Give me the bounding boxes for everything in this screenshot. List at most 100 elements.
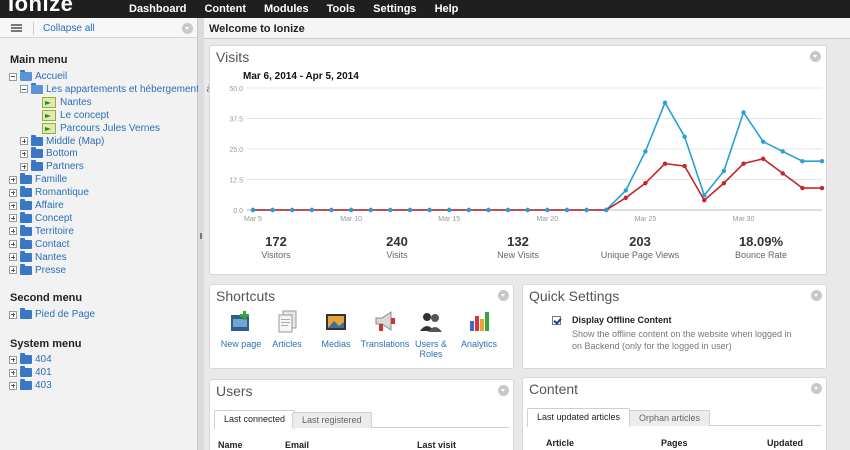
- folder-icon: [20, 366, 32, 377]
- tree-item-main-2[interactable]: Nantes: [42, 96, 92, 109]
- series-1-point: [800, 185, 805, 191]
- tree-item-main-10[interactable]: Affaire: [9, 199, 64, 212]
- tab-orphan-articles[interactable]: Orphan articles: [629, 410, 711, 426]
- tab-last-updated-articles[interactable]: Last updated articles: [527, 408, 631, 427]
- shortcut-users-roles[interactable]: Users & Roles: [404, 309, 458, 359]
- expand-icon[interactable]: [20, 162, 28, 171]
- stat-label: Bounce Rate: [734, 250, 788, 260]
- series-1-point: [780, 171, 785, 176]
- series-0-point: [388, 207, 393, 213]
- shortcut-label: Medias: [321, 339, 351, 349]
- column-article[interactable]: Article: [546, 438, 574, 448]
- folder-icon: [20, 379, 32, 390]
- shortcuts-options-icon[interactable]: [498, 290, 509, 301]
- series-0-point: [270, 207, 275, 213]
- tree-item-system-0[interactable]: 404: [9, 353, 52, 366]
- stat-label: Unique Page Views: [600, 250, 680, 260]
- tree-item-main-9[interactable]: Romantique: [9, 186, 89, 199]
- series-1-point: [643, 180, 648, 186]
- shortcuts-panel: Shortcuts New page Articles Medias Trans…: [209, 284, 514, 369]
- expand-icon[interactable]: [9, 381, 17, 390]
- expand-icon[interactable]: [9, 310, 17, 319]
- tree-item-main-4[interactable]: Parcours Jules Vernes: [42, 122, 160, 135]
- shortcut-medias[interactable]: Medias: [309, 309, 363, 349]
- folder-icon: [20, 224, 32, 236]
- series-0-point: [682, 134, 687, 139]
- expand-icon[interactable]: [9, 214, 17, 223]
- folder-icon: [20, 250, 32, 262]
- nav-tools[interactable]: Tools: [318, 0, 365, 18]
- column-email[interactable]: Email: [285, 440, 309, 450]
- collapse-all-link[interactable]: Collapse all: [43, 23, 95, 34]
- nav-content[interactable]: Content: [195, 0, 255, 18]
- tab-last-registered[interactable]: Last registered: [292, 412, 372, 428]
- column-name[interactable]: Name: [218, 440, 243, 450]
- tree-item-main-8[interactable]: Famille: [9, 173, 67, 186]
- sidebar-options-icon[interactable]: [182, 23, 193, 34]
- display-offline-checkbox[interactable]: [552, 316, 561, 325]
- expand-icon[interactable]: [9, 175, 17, 184]
- expand-icon[interactable]: [9, 240, 17, 249]
- expand-icon[interactable]: [9, 355, 17, 364]
- tree-item-main-5[interactable]: Middle (Map): [20, 134, 104, 148]
- nav-settings[interactable]: Settings: [364, 0, 425, 18]
- visits-options-icon[interactable]: [810, 51, 821, 62]
- column-updated[interactable]: Updated: [767, 438, 803, 448]
- menu-toggle-icon[interactable]: [11, 24, 22, 32]
- series-0-point: [329, 207, 334, 213]
- collapse-icon[interactable]: [9, 72, 17, 81]
- column-last-visit[interactable]: Last visit: [417, 440, 456, 450]
- content-title: Content: [529, 381, 579, 397]
- expand-icon[interactable]: [20, 149, 28, 158]
- nav-modules[interactable]: Modules: [255, 0, 318, 18]
- tree-item-system-1[interactable]: 401: [9, 366, 52, 379]
- tree-item-main-0[interactable]: Accueil: [9, 70, 67, 83]
- tree-item-main-1[interactable]: Les appartements et hébergements à Na: [20, 82, 228, 96]
- content-options-icon[interactable]: [811, 383, 822, 394]
- x-tick-label: Mar 15: [438, 216, 460, 223]
- expand-icon[interactable]: [9, 201, 17, 210]
- tree-item-system-2[interactable]: 403: [9, 379, 52, 392]
- series-0-point: [545, 207, 550, 213]
- expand-icon[interactable]: [9, 188, 17, 197]
- shortcut-analytics[interactable]: Analytics: [452, 309, 506, 349]
- expand-icon[interactable]: [9, 227, 17, 236]
- series-0-point: [290, 207, 295, 213]
- display-offline-description: Show the offline content on the website …: [572, 329, 792, 351]
- app-logo[interactable]: Ionize: [8, 0, 73, 17]
- quick-settings-options-icon[interactable]: [811, 290, 822, 301]
- tree-item-main-11[interactable]: Concept: [9, 211, 72, 225]
- series-line-1: [253, 157, 822, 211]
- visits-panel: Visits Mar 6, 2014 - Apr 5, 2014 0.0 12.5…: [209, 45, 827, 275]
- expand-icon[interactable]: [9, 266, 17, 274]
- stat-value: 18.09%: [738, 234, 784, 249]
- nav-dashboard[interactable]: Dashboard: [120, 0, 195, 18]
- tree-item-label: Nantes: [60, 96, 92, 108]
- tree-item-main-6[interactable]: Bottom: [20, 147, 78, 160]
- nav-help[interactable]: Help: [426, 0, 468, 18]
- expand-icon[interactable]: [20, 137, 28, 145]
- tree-item-main-13[interactable]: Contact: [9, 237, 69, 251]
- column-pages[interactable]: Pages: [661, 438, 688, 448]
- tree-item-main-7[interactable]: Partners: [20, 160, 84, 173]
- separator: [33, 22, 34, 35]
- series-1-point: [623, 195, 628, 200]
- tree-item-main-12[interactable]: Territoire: [9, 224, 74, 238]
- expand-icon[interactable]: [9, 253, 17, 262]
- tree-item-main-3[interactable]: Le concept: [42, 109, 109, 122]
- system-menu-title: System menu: [10, 338, 82, 350]
- collapse-icon[interactable]: [20, 85, 28, 94]
- shortcut-articles[interactable]: Articles: [260, 309, 314, 349]
- tree-item-second-0[interactable]: Pied de Page: [9, 308, 95, 321]
- tree-item-main-15[interactable]: Presse: [9, 263, 66, 277]
- page-icon: [42, 96, 56, 108]
- tab-last-connected[interactable]: Last connected: [214, 410, 296, 429]
- series-0-point: [348, 207, 354, 213]
- tree-item-main-14[interactable]: Nantes: [9, 250, 67, 264]
- stat-value: 203: [629, 234, 651, 249]
- sidebar-splitter[interactable]: [198, 18, 204, 450]
- series-1-point: [702, 198, 707, 203]
- users-options-icon[interactable]: [498, 385, 509, 396]
- expand-icon[interactable]: [9, 368, 17, 377]
- series-0-point: [741, 110, 746, 115]
